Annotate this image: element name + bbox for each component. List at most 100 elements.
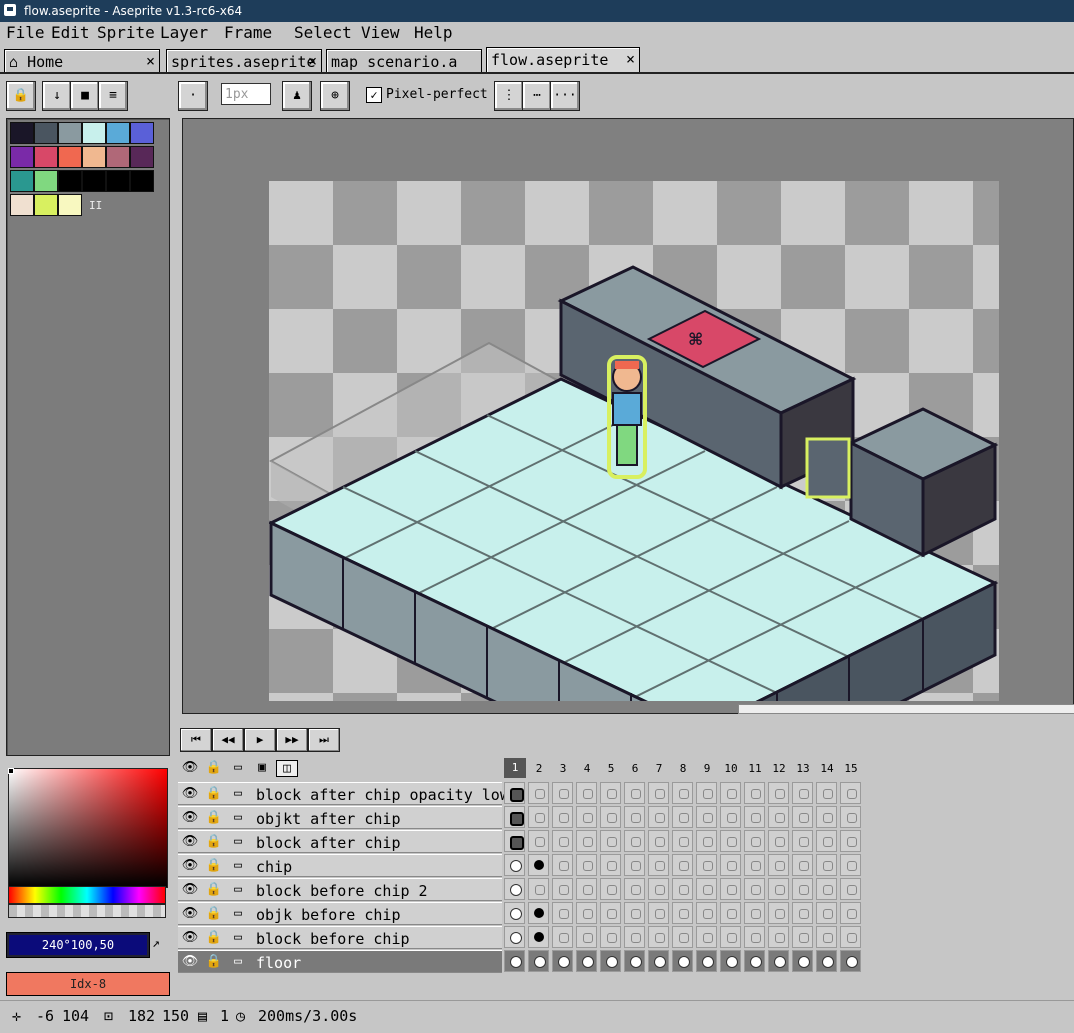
timeline-cel[interactable] xyxy=(720,902,741,924)
timeline-cel[interactable] xyxy=(768,878,789,900)
continuous-icon[interactable]: ▭ xyxy=(228,786,248,801)
color-value-field[interactable]: 240°100,50 xyxy=(6,932,150,958)
lock-icon[interactable]: 🔒 xyxy=(204,882,224,897)
timeline-cel[interactable] xyxy=(552,878,573,900)
timeline-cel[interactable] xyxy=(792,926,813,948)
symmetry-vertical-icon[interactable]: ⋮ xyxy=(494,81,524,111)
tab-map-scenario[interactable]: map scenario.a xyxy=(326,49,482,73)
eye-icon[interactable]: 👁 xyxy=(180,954,200,969)
next-frame-button[interactable]: ▶▶ xyxy=(276,728,308,752)
layer-row[interactable]: 👁 🔒 ▭ objk before chip xyxy=(178,902,502,925)
timeline-cel[interactable] xyxy=(720,878,741,900)
timeline-cel[interactable] xyxy=(840,950,861,972)
frame-number[interactable]: 12 xyxy=(768,762,790,775)
timeline-cel[interactable] xyxy=(672,830,693,852)
timeline-cel[interactable] xyxy=(504,950,525,972)
menu-frame[interactable]: Frame xyxy=(224,23,272,42)
timeline-cel[interactable] xyxy=(600,926,621,948)
timeline-cel[interactable] xyxy=(504,926,525,948)
palette-swatch[interactable] xyxy=(106,122,130,144)
timeline-cel[interactable] xyxy=(744,830,765,852)
timeline-cel[interactable] xyxy=(552,854,573,876)
timeline-cel[interactable] xyxy=(744,806,765,828)
timeline-cel[interactable] xyxy=(600,950,621,972)
continuous-icon[interactable]: ▭ xyxy=(228,858,248,873)
eye-icon[interactable]: 👁 xyxy=(180,786,200,801)
timeline-cel[interactable] xyxy=(504,878,525,900)
zoom-icon[interactable]: ⊕ xyxy=(320,81,350,111)
timeline-cel[interactable] xyxy=(624,950,645,972)
menu-edit[interactable]: Edit xyxy=(51,23,90,42)
timeline-cel[interactable] xyxy=(552,950,573,972)
timeline-cel[interactable] xyxy=(624,878,645,900)
timeline-cel[interactable] xyxy=(696,854,717,876)
timeline-cel[interactable] xyxy=(528,878,549,900)
timeline-cel[interactable] xyxy=(600,782,621,804)
timeline-cel[interactable] xyxy=(672,806,693,828)
timeline-cel[interactable] xyxy=(648,902,669,924)
timeline-cel[interactable] xyxy=(768,782,789,804)
timeline-cel[interactable] xyxy=(648,878,669,900)
timeline-cel[interactable] xyxy=(744,878,765,900)
timeline-cel[interactable] xyxy=(672,926,693,948)
timeline-cel[interactable] xyxy=(552,782,573,804)
timeline-cel[interactable] xyxy=(696,806,717,828)
timeline-cel[interactable] xyxy=(840,902,861,924)
timeline-cel[interactable] xyxy=(504,902,525,924)
timeline-cel[interactable] xyxy=(624,782,645,804)
timeline-cel[interactable] xyxy=(672,854,693,876)
timeline-cel[interactable] xyxy=(528,926,549,948)
timeline-cel[interactable] xyxy=(624,902,645,924)
timeline-cel[interactable] xyxy=(528,950,549,972)
timeline-cel[interactable] xyxy=(768,830,789,852)
menu-layer[interactable]: Layer xyxy=(160,23,208,42)
tab-sprites[interactable]: sprites.aseprite × xyxy=(166,49,322,73)
timeline-cel[interactable] xyxy=(624,926,645,948)
timeline-cel[interactable] xyxy=(696,878,717,900)
sprite-canvas[interactable]: ⌘ xyxy=(269,181,999,701)
palette-swatch[interactable] xyxy=(130,170,154,192)
timeline-cel[interactable] xyxy=(504,782,525,804)
timeline-cel[interactable] xyxy=(768,902,789,924)
timeline-cel[interactable] xyxy=(624,806,645,828)
timeline-cel[interactable] xyxy=(504,854,525,876)
lock-icon[interactable]: 🔒 xyxy=(6,81,36,111)
frame-number[interactable]: 2 xyxy=(528,762,550,775)
symmetry-horizontal-icon[interactable]: ⋯ xyxy=(522,81,552,111)
timeline-cel[interactable] xyxy=(648,950,669,972)
palette-swatch[interactable] xyxy=(10,146,34,168)
timeline-cel[interactable] xyxy=(672,878,693,900)
continuous-icon[interactable]: ▭ xyxy=(228,760,248,775)
timeline-cel[interactable] xyxy=(816,902,837,924)
continuous-icon[interactable]: ▭ xyxy=(228,882,248,897)
canvas-area[interactable]: ⌘ xyxy=(182,118,1074,714)
alpha-slider[interactable] xyxy=(8,904,166,918)
timeline-cel[interactable] xyxy=(696,926,717,948)
timeline-cel[interactable] xyxy=(720,830,741,852)
brush-size-input[interactable]: 1px xyxy=(221,83,271,105)
palette-swatch[interactable] xyxy=(58,122,82,144)
saturation-value-picker[interactable] xyxy=(8,768,168,888)
frame-number[interactable]: 13 xyxy=(792,762,814,775)
timeline-cel[interactable] xyxy=(672,950,693,972)
timeline-cel[interactable] xyxy=(840,878,861,900)
timeline-cel[interactable] xyxy=(576,854,597,876)
timeline-cel[interactable] xyxy=(504,806,525,828)
swap-icon[interactable]: ↗ xyxy=(152,936,160,951)
timeline-cel[interactable] xyxy=(600,806,621,828)
timeline-cel[interactable] xyxy=(768,806,789,828)
timeline-cel[interactable] xyxy=(768,854,789,876)
pixel-perfect-checkbox[interactable]: ✓ xyxy=(366,87,382,103)
eye-icon[interactable]: 👁 xyxy=(180,858,200,873)
timeline-cel[interactable] xyxy=(552,830,573,852)
continuous-icon[interactable]: ▭ xyxy=(228,810,248,825)
layer-row[interactable]: 👁 🔒 ▭ chip xyxy=(178,854,502,877)
timeline-cel[interactable] xyxy=(768,926,789,948)
frame-number[interactable]: 11 xyxy=(744,762,766,775)
timeline-cel[interactable] xyxy=(672,902,693,924)
horizontal-scrollbar[interactable] xyxy=(738,704,1074,714)
timeline-cel[interactable] xyxy=(600,902,621,924)
timeline-cel[interactable] xyxy=(696,830,717,852)
timeline-cel[interactable] xyxy=(816,806,837,828)
lock-icon[interactable]: 🔒 xyxy=(204,786,224,801)
